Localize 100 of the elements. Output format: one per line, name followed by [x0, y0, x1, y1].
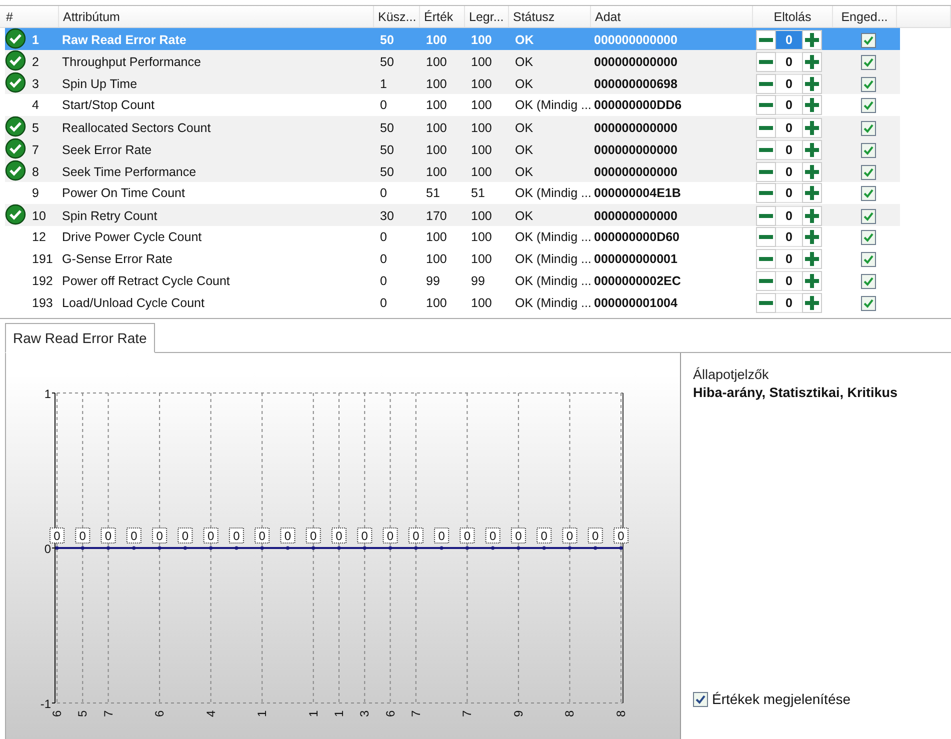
data-label: 0: [434, 528, 450, 544]
table-row[interactable]: 3 Spin Up Time 1 100 100 OK 000000000698 0: [5, 72, 900, 94]
column-header[interactable]: Enged...: [833, 6, 897, 27]
table-cell-text: 5: [32, 121, 40, 135]
enabled-checkbox[interactable]: [860, 98, 876, 112]
enabled-checkbox[interactable]: [860, 142, 876, 158]
data-label: 0: [152, 528, 168, 544]
table-cell-text: 191: [32, 252, 54, 266]
column-header[interactable]: Érték: [420, 6, 465, 27]
decrement-button[interactable]: [756, 293, 776, 313]
decrement-button[interactable]: [756, 249, 776, 269]
offset-field[interactable]: 0: [776, 118, 802, 138]
check-mark-icon: [862, 210, 874, 222]
show-values-checkbox[interactable]: [693, 692, 708, 706]
table-cell-text: 100: [470, 143, 493, 157]
enabled-checkbox[interactable]: [860, 252, 876, 266]
offset-field[interactable]: 0: [776, 95, 802, 115]
enabled-checkbox[interactable]: [860, 76, 876, 92]
enabled-checkbox[interactable]: [860, 296, 876, 310]
offset-field[interactable]: 0: [776, 271, 802, 291]
decrement-button[interactable]: [756, 30, 776, 50]
enabled-checkbox[interactable]: [860, 274, 876, 288]
x-tick-label: 7: [408, 710, 423, 717]
data-label: 0: [104, 529, 112, 543]
offset-field[interactable]: 0: [776, 227, 802, 247]
table-row[interactable]: 8 Seek Time Performance 50 100 100 OK 000000000000 0: [5, 160, 900, 182]
offset-field[interactable]: 0: [776, 249, 802, 269]
increment-button[interactable]: [802, 249, 822, 269]
increment-button[interactable]: [802, 30, 822, 50]
increment-button[interactable]: [802, 118, 822, 138]
table-row[interactable]: 1 Raw Read Error Rate 50 100 100 OK 000000000000 0: [5, 28, 900, 50]
table-cell-text: 000000000000: [594, 143, 678, 157]
increment-button[interactable]: [802, 162, 822, 182]
offset-field[interactable]: 0: [776, 293, 802, 313]
column-header[interactable]: Legr...: [465, 6, 509, 27]
enabled-checkbox[interactable]: [860, 32, 876, 48]
table-row[interactable]: 2 Throughput Performance 50 100 100 OK 000000000000 0: [5, 50, 900, 72]
check-mark-icon: [862, 56, 874, 68]
ok-check-icon: [5, 72, 26, 93]
increment-button[interactable]: [802, 95, 822, 115]
column-header[interactable]: Adat: [591, 6, 753, 27]
decrement-button[interactable]: [756, 118, 776, 138]
offset-field[interactable]: 0: [776, 162, 802, 182]
minus-icon: [759, 257, 773, 261]
decrement-button[interactable]: [756, 183, 776, 203]
data-label: 0: [284, 529, 292, 543]
enabled-checkbox[interactable]: [860, 208, 876, 224]
data-label: 0: [54, 529, 61, 543]
decrement-button[interactable]: [756, 140, 776, 160]
decrement-button[interactable]: [756, 95, 776, 115]
offset-field[interactable]: 0: [776, 140, 802, 160]
table-cell-text: 2: [32, 55, 40, 69]
increment-button[interactable]: [802, 140, 822, 160]
table-row[interactable]: 10 Spin Retry Count 30 170 100 OK 000000000000 0: [5, 204, 900, 226]
offset-field[interactable]: 0: [776, 52, 802, 72]
decrement-button[interactable]: [756, 162, 776, 182]
offset-field[interactable]: 0: [776, 30, 802, 50]
enabled-checkbox[interactable]: [860, 120, 876, 136]
decrement-button[interactable]: [756, 206, 776, 226]
offset-field[interactable]: 0: [776, 206, 802, 226]
data-label: 0: [203, 528, 218, 544]
decrement-button[interactable]: [756, 52, 776, 72]
plus-icon: [805, 33, 819, 47]
data-label: 0: [280, 528, 296, 544]
enabled-checkbox[interactable]: [860, 164, 876, 180]
attribute-tab[interactable]: Raw Read Error Rate: [5, 323, 155, 353]
column-header[interactable]: Eltolás: [753, 6, 833, 27]
increment-button[interactable]: [802, 52, 822, 72]
enabled-checkbox[interactable]: [860, 230, 876, 244]
y-tick-label: 1: [44, 387, 51, 401]
offset-field[interactable]: 0: [776, 74, 802, 94]
table-row[interactable]: 7 Seek Error Rate 50 100 100 OK 000000000000 0: [5, 138, 900, 160]
enabled-checkbox[interactable]: [860, 54, 876, 70]
increment-button[interactable]: [802, 74, 822, 94]
column-header[interactable]: Attribútum: [59, 6, 374, 27]
table-cell-text: 100: [470, 165, 493, 179]
plus-icon: [805, 252, 819, 266]
increment-button[interactable]: [802, 293, 822, 313]
table-cell-text: OK (Mindig ...: [514, 230, 592, 244]
enabled-checkbox[interactable]: [860, 186, 876, 200]
table-cell-text: Drive Power Cycle Count: [62, 230, 203, 244]
increment-button[interactable]: [802, 271, 822, 291]
data-label: 0: [412, 529, 420, 543]
table-cell-text: 000000001004: [594, 296, 678, 310]
table-cell-text: Spin Up Time: [62, 77, 138, 91]
offset-field[interactable]: 0: [776, 183, 802, 203]
decrement-button[interactable]: [756, 227, 776, 247]
decrement-button[interactable]: [756, 74, 776, 94]
table-row[interactable]: 5 Reallocated Sectors Count 50 100 100 OK 000000000000 0: [5, 116, 900, 138]
table-cell-text: 50: [379, 121, 395, 135]
column-header[interactable]: Státusz: [509, 6, 591, 27]
table-cell-text: 000000000000: [594, 209, 678, 223]
decrement-button[interactable]: [756, 271, 776, 291]
column-header[interactable]: #: [2, 6, 59, 27]
column-header[interactable]: Küsz...: [374, 6, 420, 27]
x-tick-label: 8: [614, 710, 628, 717]
increment-button[interactable]: [802, 227, 822, 247]
increment-button[interactable]: [802, 206, 822, 226]
increment-button[interactable]: [802, 183, 822, 203]
table-cell-text: 100: [470, 33, 493, 47]
